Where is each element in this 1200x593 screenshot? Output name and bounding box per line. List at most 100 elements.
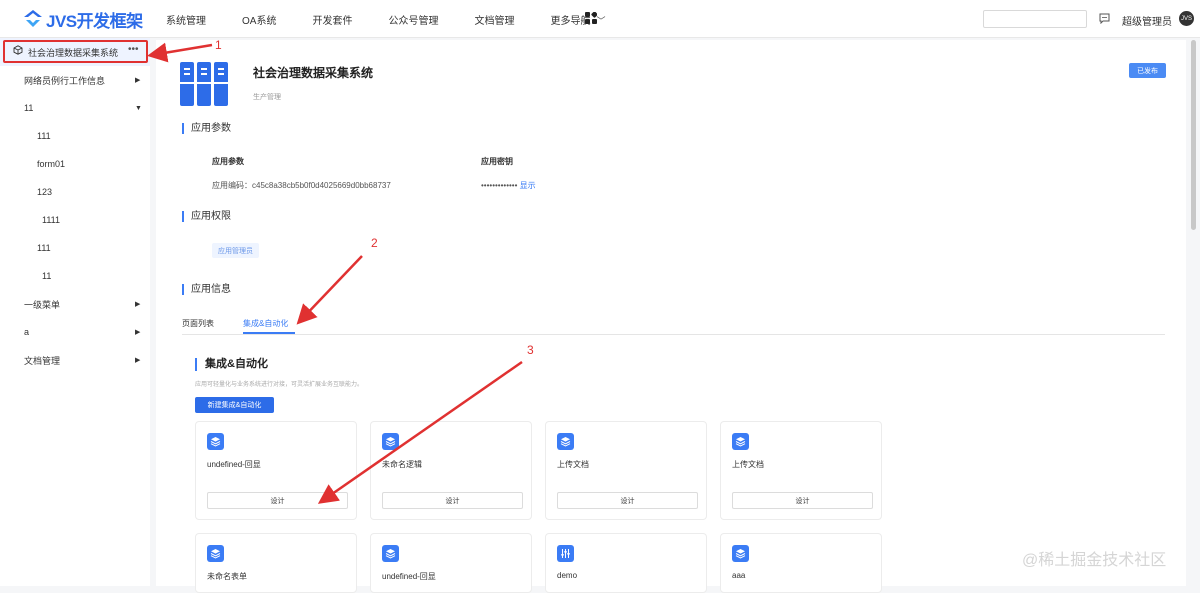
sidebar-item-label: form01 [37,159,66,169]
nav-item-wechat[interactable]: 公众号管理 [388,12,438,27]
sidebar-item-label: 111 [37,243,51,253]
annotation-label-3: 3 [527,343,534,357]
main-nav: 系统管理 OA系统 开发套件 公众号管理 文档管理 更多导航 ﹀ [166,0,615,38]
tab-active-indicator [243,332,295,334]
published-status-button[interactable]: 已发布 [1129,63,1166,78]
secret-masked: ••••••••••••• [481,181,518,190]
logo[interactable]: JVS开发框架 [22,7,143,31]
nav-item-system[interactable]: 系统管理 [166,12,206,27]
design-button[interactable]: 设计 [732,492,873,509]
logo-text: JVS开发框架 [46,11,143,31]
chevron-right-icon: ▶ [135,301,141,308]
sidebar-item-11b[interactable]: 11 [0,262,150,290]
integration-card[interactable]: 未命名表单 [195,533,357,593]
card-name: undefined-回显 [382,572,436,581]
sidebar: 社会治理数据采集系统 网络员例行工作信息 ▶ 11 ▼ 111 form01 1… [0,38,150,586]
sidebar-item-label: a [24,327,30,337]
sidebar-item-a[interactable]: a ▶ [0,318,150,346]
annotation-label-1: 1 [215,38,222,52]
card-name: 上传文档 [732,460,764,469]
sidebar-item-first-menu[interactable]: 一级菜单 ▶ [0,290,150,318]
app-code-value: 应用编码：c45c8a38cb5b0f0d4025669d0bb68737 [212,181,391,190]
integration-card[interactable]: demo [545,533,707,593]
integration-card[interactable]: aaa [720,533,882,593]
logo-mark-icon [24,10,42,27]
sidebar-item-form01[interactable]: form01 [0,150,150,178]
page-title: 社会治理数据采集系统 [253,66,374,80]
card-name: aaa [732,571,746,580]
cube-icon [13,45,23,55]
sidebar-item-label: 文档管理 [24,355,61,366]
integration-card[interactable]: 上传文档 设计 [545,421,707,520]
apps-grid-icon[interactable] [585,12,597,24]
integration-title: 集成&自动化 [195,358,268,371]
sidebar-item-label: 11 [42,271,52,281]
nav-item-more[interactable]: 更多导航 ﹀ [550,12,605,27]
sidebar-item-label: 一级菜单 [24,299,61,310]
integration-card[interactable]: 未命名逻辑 设计 [370,421,532,520]
scrollbar[interactable] [1191,40,1196,230]
chevron-right-icon: ▶ [135,357,141,364]
sidebar-item-label: 11 [24,103,34,113]
secret-label: 应用密钥 [481,157,513,166]
show-secret-link[interactable]: 显示 [520,181,536,190]
sidebar-item-111b[interactable]: 111 [0,234,150,262]
chevron-right-icon: ▶ [135,329,141,336]
sidebar-item-network-worker[interactable]: 网络员例行工作信息 ▶ [0,66,150,94]
tab-integration[interactable]: 集成&自动化 [243,318,288,329]
sidebar-item-label: 1111 [42,215,61,225]
card-name: 上传文档 [557,460,589,469]
section-title-params: 应用参数 [182,123,231,134]
secret-value: ••••••••••••• 显示 [481,180,536,191]
top-navigation-bar: JVS开发框架 系统管理 OA系统 开发套件 公众号管理 文档管理 更多导航 ﹀ … [0,0,1200,38]
nav-item-devkit[interactable]: 开发套件 [312,12,352,27]
annotation-highlight-box [3,40,148,63]
sidebar-item-label: 网络员例行工作信息 [24,75,106,86]
sidebar-item-11[interactable]: 11 ▼ [0,94,150,122]
design-button[interactable]: 设计 [382,492,523,509]
avatar[interactable]: JVS [1179,11,1194,26]
card-name: 未命名逻辑 [382,460,422,469]
integration-description: 应用可轻量化与业务系统进行对接，可灵活扩展业务互联能力。 [195,382,364,388]
chevron-down-icon: ﹀ [596,15,606,26]
sidebar-item-doc-mgmt[interactable]: 文档管理 ▶ [0,346,150,374]
layers-icon [557,433,574,450]
annotation-label-2: 2 [371,236,378,250]
layers-icon [732,433,749,450]
layers-icon [207,433,224,450]
new-integration-button[interactable]: 新建集成&自动化 [195,397,274,413]
chevron-right-icon: ▶ [135,77,141,84]
params-label: 应用参数 [212,157,244,166]
design-button[interactable]: 设计 [207,492,348,509]
section-title-info: 应用信息 [182,284,231,295]
more-options-icon[interactable]: ••• [128,44,139,55]
chevron-down-icon: ▼ [135,104,142,112]
design-button[interactable]: 设计 [557,492,698,509]
sidebar-item-123[interactable]: 123 [0,178,150,206]
search-input[interactable] [983,10,1087,28]
integration-card[interactable]: undefined-回显 [370,533,532,593]
layers-icon [382,433,399,450]
integration-card[interactable]: undefined-回显 设计 [195,421,357,520]
section-title-permissions: 应用权限 [182,211,231,222]
sidebar-item-label: 111 [37,131,51,141]
layers-icon [207,545,224,562]
card-name: demo [557,571,578,580]
nav-item-docs[interactable]: 文档管理 [474,12,514,27]
message-icon[interactable] [1099,13,1110,24]
layers-icon [382,545,399,562]
sidebar-item-111[interactable]: 111 [0,122,150,150]
tab-page-list[interactable]: 页面列表 [182,318,214,329]
sidebar-item-label: 123 [37,187,53,197]
integration-card[interactable]: 上传文档 设计 [720,421,882,520]
sliders-icon [557,545,574,562]
layers-icon [732,545,749,562]
role-tag[interactable]: 应用管理员 [212,243,259,258]
app-subtitle: 生产管理 [253,94,281,101]
nav-item-oa[interactable]: OA系统 [242,12,276,27]
sidebar-item-1111[interactable]: 1111 [0,206,150,234]
user-name[interactable]: 超级管理员 [1122,13,1172,28]
card-name: 未命名表单 [207,572,247,581]
tabs-divider [182,334,1165,335]
app-logo-icon [180,62,228,106]
